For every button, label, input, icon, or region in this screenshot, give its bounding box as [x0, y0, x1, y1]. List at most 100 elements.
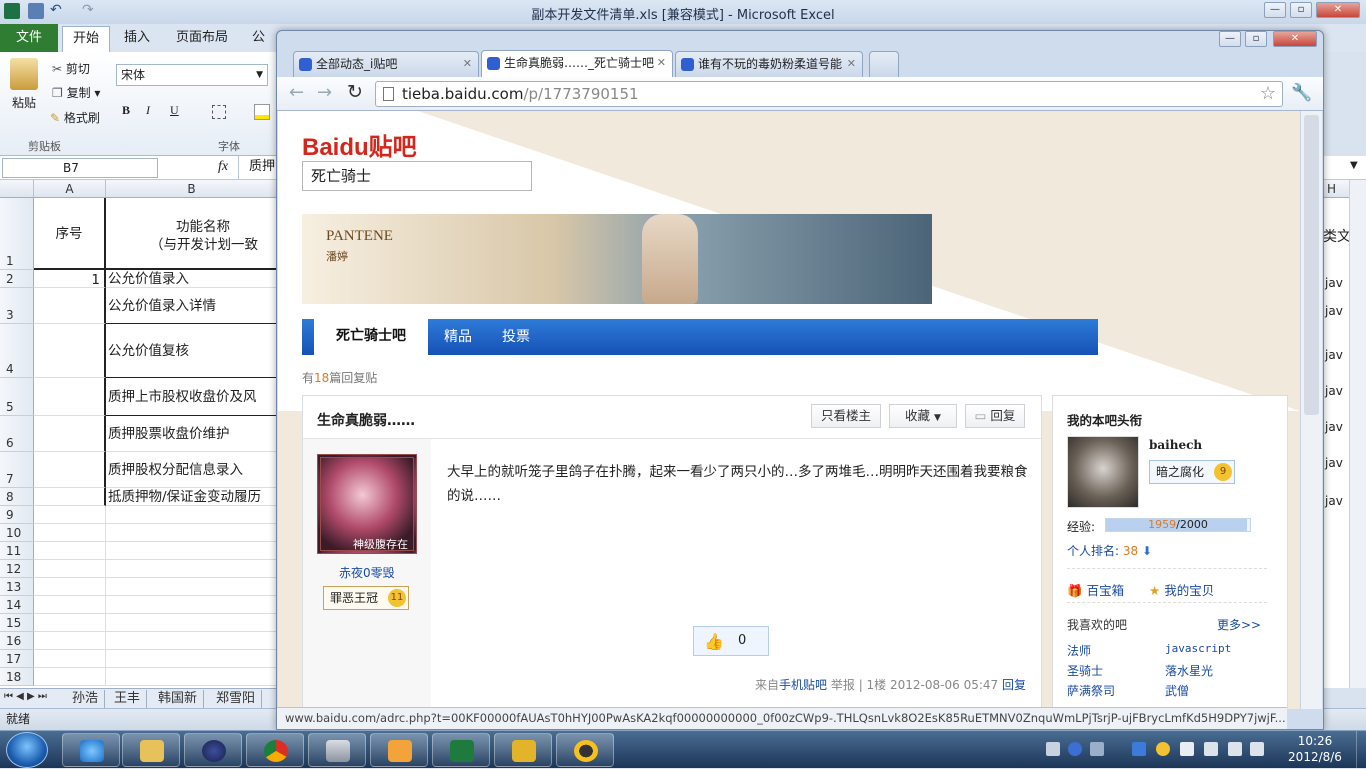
fav-forum-link[interactable]: javascript: [1165, 642, 1231, 655]
cell-empty-b[interactable]: [106, 524, 278, 542]
row-header[interactable]: 11: [0, 542, 34, 560]
cell-seq[interactable]: [34, 452, 106, 488]
only-author-button[interactable]: 只看楼主: [811, 404, 881, 428]
row-header[interactable]: 2: [0, 270, 34, 288]
tieba-search-input[interactable]: 死亡骑士: [302, 161, 532, 191]
cell-seq[interactable]: [34, 416, 106, 452]
cell-empty-a[interactable]: [34, 614, 106, 632]
sheet-nav-arrows[interactable]: ⏮ ◀ ▶ ⏭: [4, 691, 47, 702]
network-icon[interactable]: [1228, 742, 1242, 756]
excel-close-button[interactable]: ✕: [1316, 2, 1360, 18]
cell-seq[interactable]: [34, 288, 106, 324]
start-button[interactable]: [6, 732, 48, 768]
row-header[interactable]: 7: [0, 452, 34, 488]
fav-forum-link[interactable]: 落水星光: [1165, 662, 1213, 679]
paste-button[interactable]: 粘贴: [12, 94, 36, 111]
row-header[interactable]: 5: [0, 378, 34, 416]
row-header[interactable]: 12: [0, 560, 34, 578]
expand-formula-icon[interactable]: ▼: [1350, 160, 1358, 171]
tab-file[interactable]: 文件: [0, 24, 58, 52]
underline-button[interactable]: U: [170, 103, 179, 118]
row-header[interactable]: 8: [0, 488, 34, 506]
header-func-cell[interactable]: 功能名称 （与开发计划一致: [106, 198, 278, 270]
fav-forum-link[interactable]: 法师: [1067, 642, 1091, 659]
tab-insert[interactable]: 插入: [114, 26, 160, 52]
italic-button[interactable]: I: [146, 103, 150, 118]
user-name[interactable]: baihech: [1149, 438, 1202, 452]
nav-vote[interactable]: 投票: [490, 319, 542, 355]
row-header[interactable]: 16: [0, 632, 34, 650]
row-header[interactable]: 6: [0, 416, 34, 452]
show-desktop-button[interactable]: [1356, 731, 1366, 769]
cut-button[interactable]: ✂ 剪切: [52, 60, 90, 77]
cell-seq[interactable]: 1: [34, 270, 106, 288]
more-link[interactable]: 更多>>: [1217, 616, 1261, 633]
cell-empty-a[interactable]: [34, 542, 106, 560]
cell-empty-a[interactable]: [34, 632, 106, 650]
fx-icon[interactable]: fx: [218, 159, 228, 175]
excel-minimize-button[interactable]: —: [1264, 2, 1286, 18]
reply-button[interactable]: ▭ 回复: [965, 404, 1025, 428]
row-header[interactable]: 15: [0, 614, 34, 632]
fav-forum-link[interactable]: 武僧: [1165, 682, 1189, 699]
taskbar-database[interactable]: [308, 733, 366, 767]
flag-icon[interactable]: [1180, 742, 1194, 756]
browser-tab[interactable]: 谁有不玩的毒奶粉柔道号能 ✕: [675, 51, 863, 77]
paste-icon[interactable]: [10, 58, 38, 90]
cell-empty-b[interactable]: [106, 506, 278, 524]
column-header-a[interactable]: A: [34, 180, 106, 198]
row-header[interactable]: 13: [0, 578, 34, 596]
taskbar-ie[interactable]: [62, 733, 120, 767]
footer-client-link[interactable]: 手机贴吧: [779, 678, 827, 692]
cell-empty-b[interactable]: [106, 614, 278, 632]
cell-seq[interactable]: [34, 324, 106, 378]
browser-tab-active[interactable]: 生命真脆弱……_死亡骑士吧 ✕: [481, 50, 673, 78]
row-header[interactable]: 4: [0, 324, 34, 378]
my-items-link[interactable]: ★ 我的宝贝: [1149, 580, 1214, 599]
page-scrollbar[interactable]: [1300, 111, 1322, 709]
taskbar-explorer[interactable]: [122, 733, 180, 767]
fill-color-icon[interactable]: [254, 104, 270, 120]
chrome-minimize-button[interactable]: —: [1219, 31, 1241, 47]
close-tab-icon[interactable]: ✕: [657, 51, 666, 75]
keyboard-icon[interactable]: [1046, 742, 1060, 756]
cell-empty-a[interactable]: [34, 560, 106, 578]
font-name-select[interactable]: 宋体 ▼: [116, 64, 268, 86]
sheet-tab[interactable]: 韩国新: [152, 690, 205, 708]
cell-function-name[interactable]: 公允价值复核: [106, 324, 278, 378]
header-seq-cell[interactable]: 序号: [34, 198, 106, 270]
footer-report-link[interactable]: 举报: [831, 678, 855, 692]
format-painter-button[interactable]: ✎ 格式刷: [50, 109, 100, 126]
sheet-tab[interactable]: 郑雪阳: [210, 690, 263, 708]
wrench-icon[interactable]: 🔧: [1291, 83, 1312, 103]
select-all-corner[interactable]: [0, 180, 34, 198]
taskbar-eclipse[interactable]: [184, 733, 242, 767]
row-header[interactable]: 10: [0, 524, 34, 542]
tab-page-layout[interactable]: 页面布局: [166, 26, 238, 52]
cell-empty-a[interactable]: [34, 668, 106, 686]
cell-seq[interactable]: [34, 488, 106, 506]
cell-empty-b[interactable]: [106, 596, 278, 614]
taskbar-outlook[interactable]: [370, 733, 428, 767]
cell-empty-b[interactable]: [106, 650, 278, 668]
tab-formulas[interactable]: 公: [242, 26, 275, 52]
rank-label[interactable]: 个人排名:: [1067, 544, 1119, 558]
cell-empty-b[interactable]: [106, 668, 278, 686]
border-icon[interactable]: [212, 105, 226, 119]
copy-button[interactable]: ❐ 复制 ▾: [52, 84, 100, 101]
chrome-maximize-button[interactable]: ▫: [1245, 31, 1267, 47]
baidu-logo[interactable]: Baidu贴吧: [302, 127, 417, 162]
tray-arrow-icon[interactable]: [1090, 742, 1104, 756]
cell-empty-b[interactable]: [106, 542, 278, 560]
row-header[interactable]: 14: [0, 596, 34, 614]
close-tab-icon[interactable]: ✕: [463, 52, 472, 76]
close-tab-icon[interactable]: ✕: [847, 52, 856, 76]
footer-reply-link[interactable]: 回复: [1002, 678, 1026, 692]
forward-icon[interactable]: →: [317, 82, 332, 103]
volume-mute-icon[interactable]: [1250, 742, 1264, 756]
clock[interactable]: 10:26 2012/8/6: [1268, 733, 1362, 765]
bold-button[interactable]: B: [122, 103, 130, 118]
back-icon[interactable]: ←: [289, 82, 304, 103]
tab-home[interactable]: 开始: [62, 26, 111, 52]
vertical-scrollbar[interactable]: [1349, 180, 1366, 688]
